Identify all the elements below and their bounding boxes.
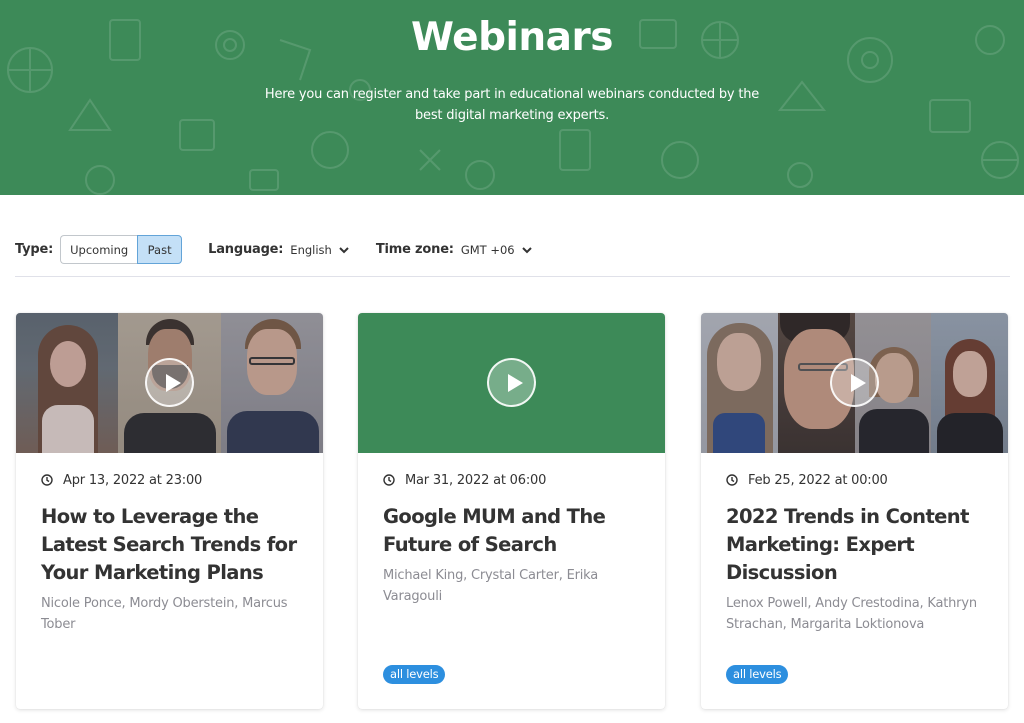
- card-body: Feb 25, 2022 at 00:00 2022 Trends in Con…: [701, 453, 1008, 635]
- level-badge: all levels: [383, 665, 446, 684]
- webinar-date: Mar 31, 2022 at 06:00: [383, 471, 641, 489]
- webinar-title[interactable]: Google MUM and The Future of Search: [383, 503, 641, 559]
- page-title: Webinars: [411, 15, 613, 60]
- webinar-speakers: Michael King, Crystal Carter, Erika Vara…: [383, 568, 599, 604]
- timezone-dropdown[interactable]: Time zone: GMT +06: [376, 242, 533, 257]
- webinar-speakers: Lenox Powell, Andy Crestodina, Kathryn S…: [726, 596, 977, 632]
- webinar-date-text: Feb 25, 2022 at 00:00: [748, 472, 888, 488]
- clock-icon: [383, 474, 395, 486]
- page-subtitle: Here you can register and take part in e…: [264, 87, 760, 123]
- webinar-title[interactable]: How to Leverage the Latest Search Trends…: [41, 503, 299, 587]
- webinar-thumbnail[interactable]: [358, 313, 665, 453]
- hero-banner: Webinars Here you can register and take …: [0, 0, 1024, 195]
- clock-icon: [41, 474, 53, 486]
- webinar-speakers: Nicole Ponce, Mordy Oberstein, Marcus To…: [41, 596, 288, 632]
- webinar-date: Apr 13, 2022 at 23:00: [41, 471, 299, 489]
- timezone-value: GMT +06: [460, 242, 515, 257]
- webinar-date-text: Mar 31, 2022 at 06:00: [405, 472, 547, 488]
- webinar-date: Feb 25, 2022 at 00:00: [726, 471, 984, 489]
- clock-icon: [726, 474, 738, 486]
- chevron-down-icon: [521, 246, 532, 253]
- filter-bar: Type: Upcoming Past Language: English Ti…: [15, 235, 1010, 277]
- level-badge: all levels: [726, 665, 789, 684]
- webinar-title[interactable]: 2022 Trends in Content Marketing: Expert…: [726, 503, 984, 587]
- language-label: Language:: [208, 242, 284, 257]
- timezone-label: Time zone:: [375, 242, 454, 257]
- play-icon[interactable]: [486, 358, 536, 407]
- webinar-card[interactable]: Apr 13, 2022 at 23:00 How to Leverage th…: [16, 313, 323, 709]
- type-past-button[interactable]: Past: [137, 235, 183, 264]
- webinar-card[interactable]: Feb 25, 2022 at 00:00 2022 Trends in Con…: [701, 313, 1008, 709]
- type-upcoming-button[interactable]: Upcoming: [60, 235, 138, 264]
- chevron-down-icon: [339, 246, 349, 253]
- webinar-thumbnail[interactable]: [701, 313, 1008, 453]
- type-toggle: Upcoming Past: [60, 235, 183, 264]
- play-icon[interactable]: [829, 358, 879, 407]
- webinar-card[interactable]: Mar 31, 2022 at 06:00 Google MUM and The…: [358, 313, 665, 709]
- card-body: Apr 13, 2022 at 23:00 How to Leverage th…: [16, 453, 323, 635]
- play-icon[interactable]: [144, 358, 194, 407]
- webinar-thumbnail[interactable]: [16, 313, 323, 453]
- language-value: English: [290, 242, 332, 257]
- webinar-date-text: Apr 13, 2022 at 23:00: [63, 472, 203, 488]
- type-label: Type:: [15, 242, 54, 257]
- card-body: Mar 31, 2022 at 06:00 Google MUM and The…: [358, 453, 665, 607]
- language-dropdown[interactable]: Language: English: [208, 242, 350, 257]
